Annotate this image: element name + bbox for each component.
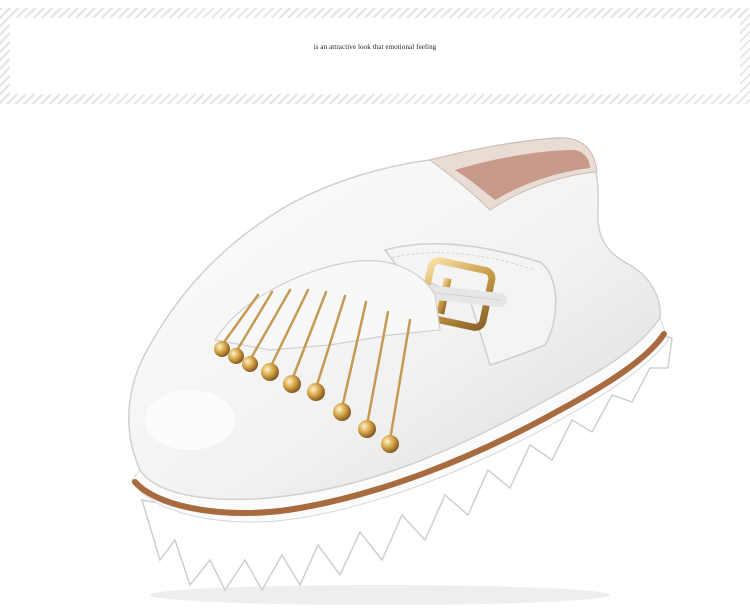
toe-highlight (145, 390, 235, 450)
product-photo (0, 110, 750, 615)
caption-panel: is an attractive look that emotional fee… (10, 18, 740, 94)
shoe-icon (128, 137, 673, 605)
banner-caption: is an attractive look that emotional fee… (313, 43, 437, 51)
caption-banner: is an attractive look that emotional fee… (0, 8, 750, 104)
ground-shadow (150, 585, 610, 605)
